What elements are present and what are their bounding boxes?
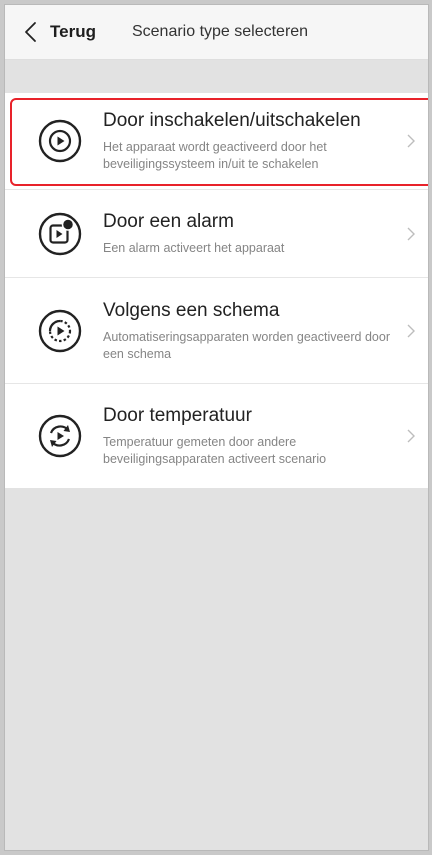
option-title: Door een alarm	[103, 211, 234, 232]
option-text: Door inschakelen/uitschakelen Het appara…	[103, 109, 428, 173]
option-text: Door een alarm Een alarm activeert het a…	[103, 210, 428, 257]
scenario-option-schedule[interactable]: Volgens een schema Automatiseringsappara…	[5, 278, 428, 384]
option-description: Een alarm activeert het apparaat	[103, 241, 285, 255]
temperature-cycle-icon	[37, 413, 83, 459]
option-description: Het apparaat wordt geactiveerd door het …	[103, 140, 327, 171]
play-circle-icon	[37, 118, 83, 164]
back-label: Terug	[50, 22, 96, 41]
chevron-right-icon	[406, 428, 416, 444]
chevron-left-icon	[25, 22, 36, 42]
schedule-play-icon	[37, 308, 83, 354]
scenario-type-list: Door inschakelen/uitschakelen Het appara…	[5, 93, 428, 488]
option-title: Door inschakelen/uitschakelen	[103, 110, 361, 131]
option-text: Volgens een schema Automatiseringsappara…	[103, 299, 428, 363]
app-screen: Terug Scenario type selecteren Door insc…	[4, 4, 429, 851]
play-alarm-icon	[37, 211, 83, 257]
scenario-option-arm-disarm[interactable]: Door inschakelen/uitschakelen Het appara…	[5, 93, 428, 190]
option-description: Temperatuur gemeten door andere beveilig…	[103, 435, 327, 466]
scenario-option-alarm[interactable]: Door een alarm Een alarm activeert het a…	[5, 190, 428, 278]
scenario-option-temperature[interactable]: Door temperatuur Temperatuur gemeten doo…	[5, 384, 428, 488]
option-title: Volgens een schema	[103, 299, 280, 321]
page-title: Scenario type selecteren	[131, 23, 309, 40]
chevron-right-icon	[406, 133, 416, 149]
option-title: Door temperatuur	[103, 405, 252, 426]
top-bar: Terug Scenario type selecteren	[5, 5, 428, 60]
option-text: Door temperatuur Temperatuur gemeten doo…	[103, 404, 428, 468]
chevron-right-icon	[406, 226, 416, 242]
option-description: Automatiseringsapparaten worden geactive…	[103, 329, 390, 361]
back-button[interactable]: Terug	[23, 21, 96, 43]
chevron-right-icon	[406, 323, 416, 339]
